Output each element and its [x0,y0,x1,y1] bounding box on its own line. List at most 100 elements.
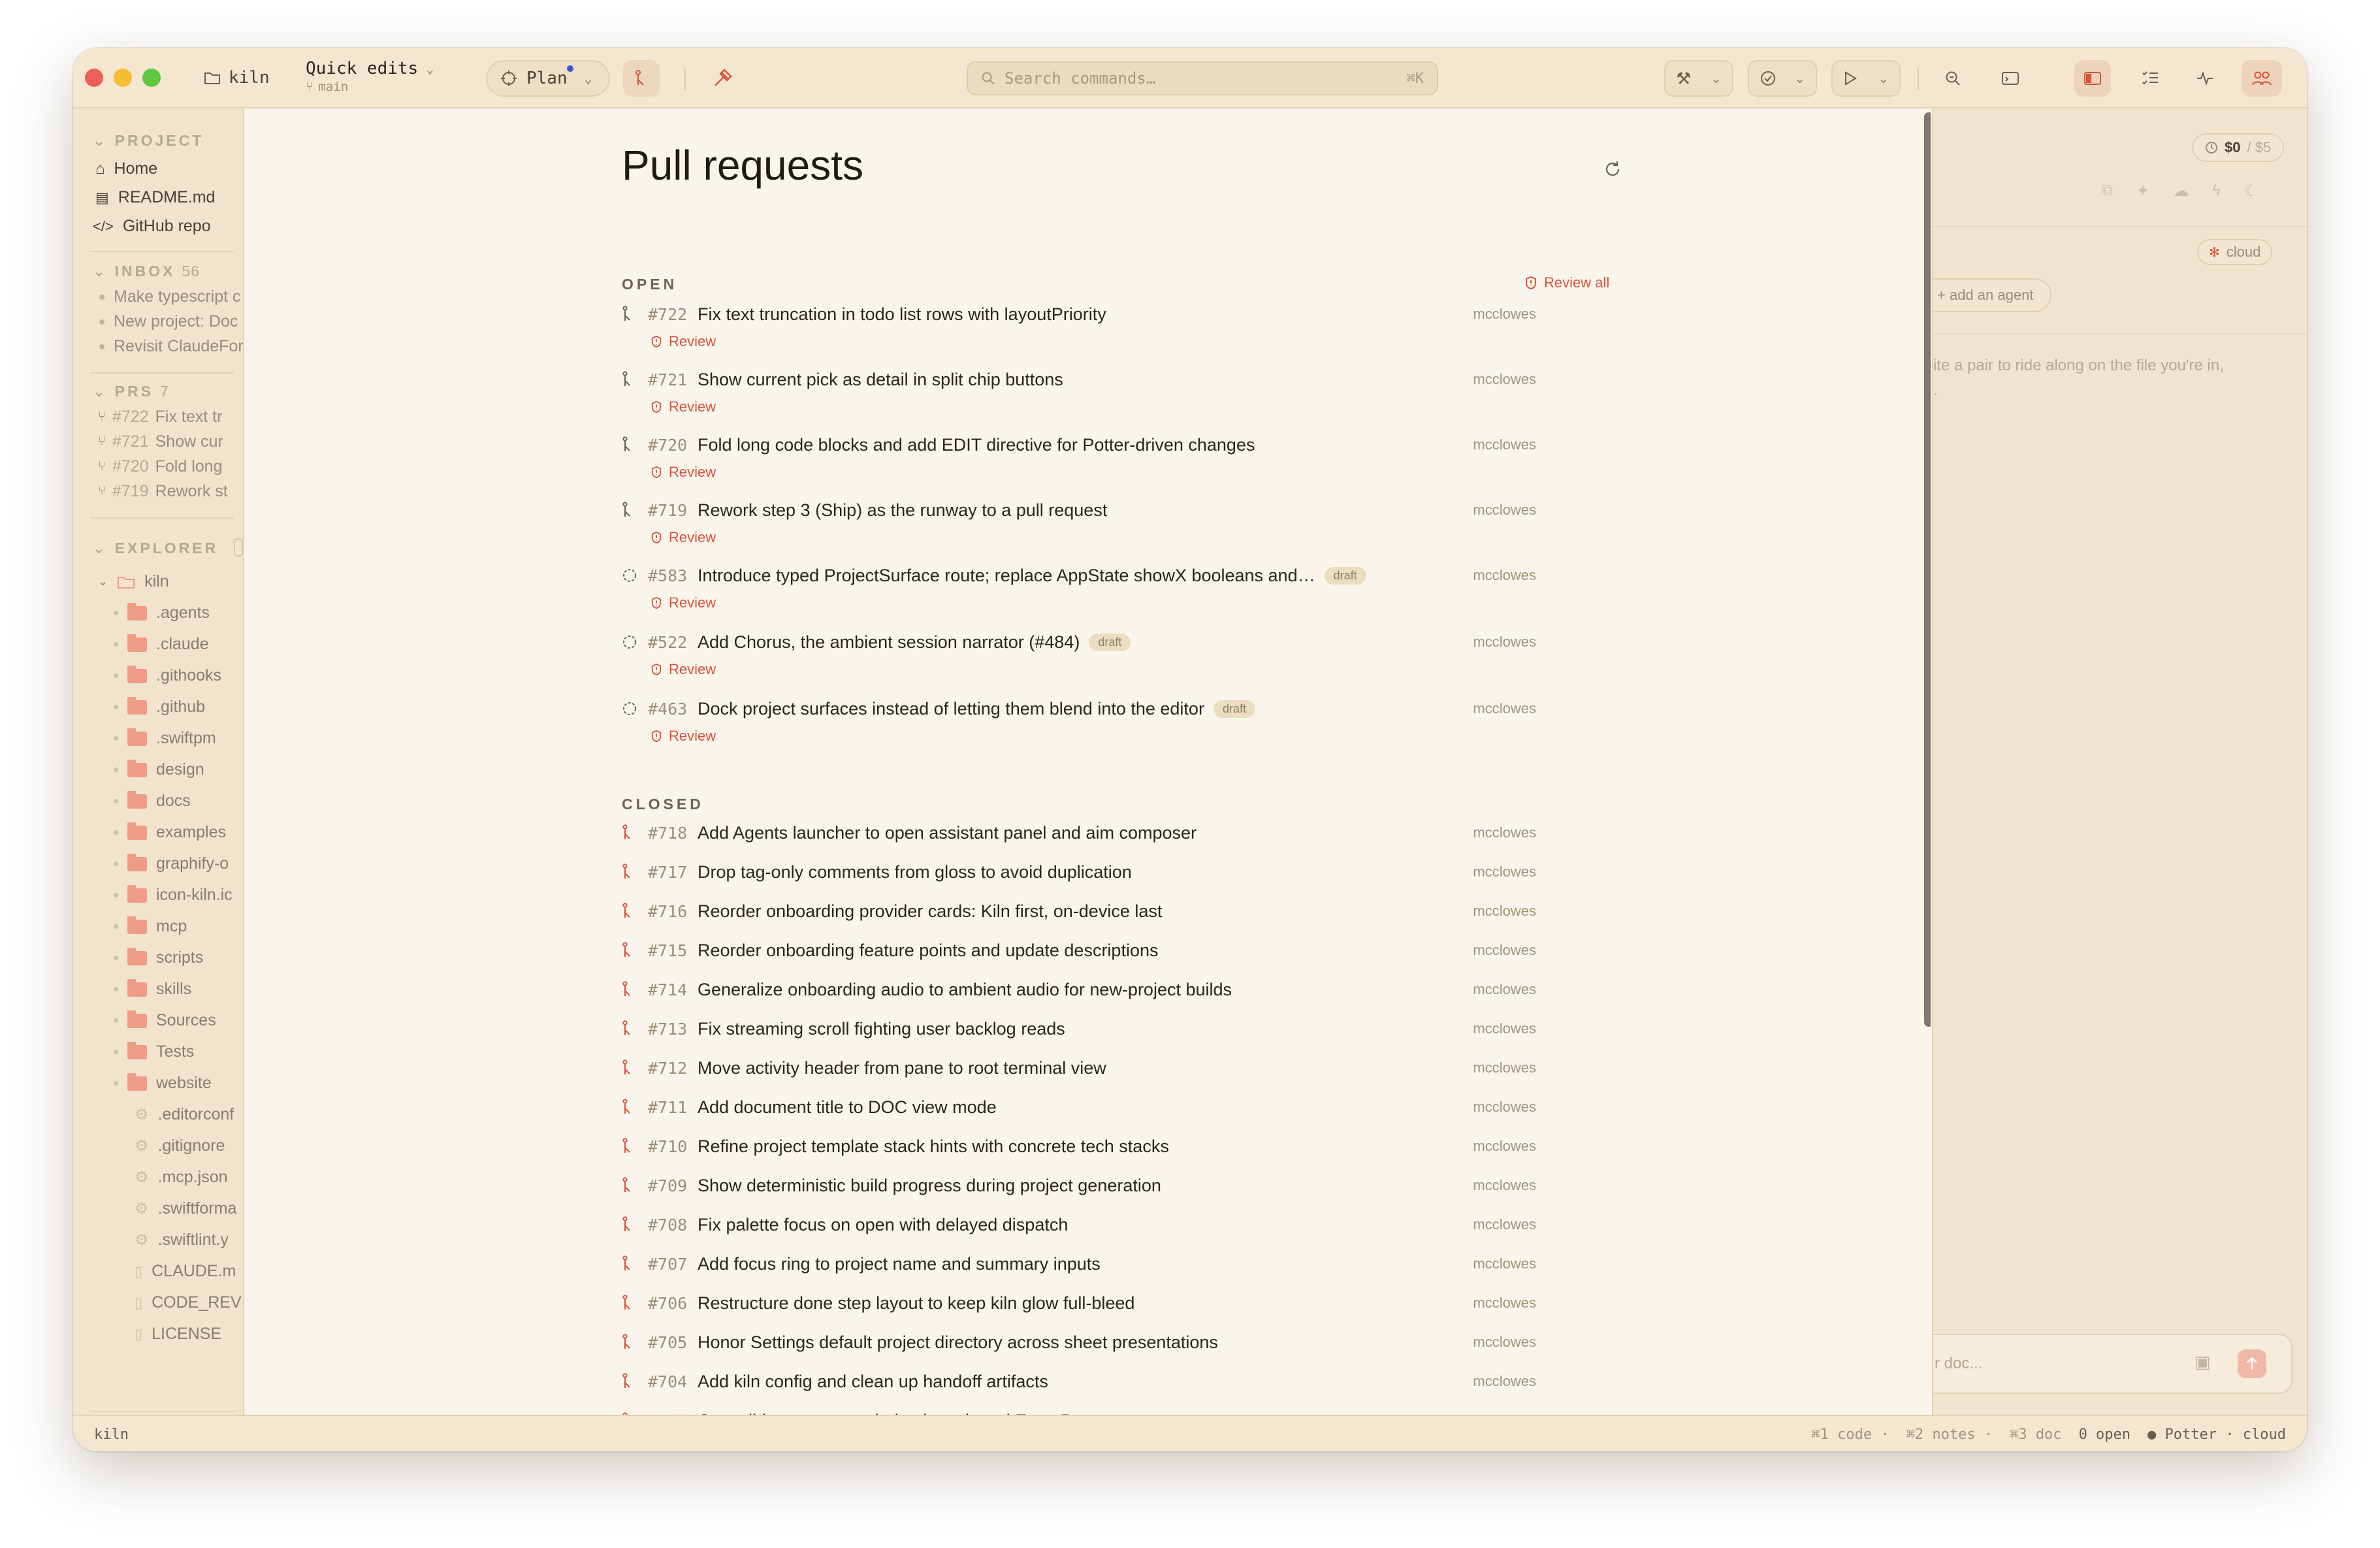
sidebar-item-readme[interactable]: ▤ README.md [95,188,215,207]
zoom-button[interactable] [1935,60,1971,97]
pr-row[interactable]: #721 Show current pick as detail in split… [622,363,1536,396]
pr-row[interactable]: #583 Introduce typed ProjectSurface route… [622,559,1536,592]
section-header-prs[interactable]: ⌄ PRS 7 [93,383,169,400]
run-menu[interactable]: ⌄ [1831,60,1901,97]
tree-file[interactable]: ▯ CLAUDE.m [135,1262,236,1281]
pr-row[interactable]: #720 Fold long code blocks and add EDIT d… [622,428,1536,461]
pr-row[interactable]: #713 Fix streaming scroll fighting user b… [622,1012,1536,1045]
close-window-button[interactable] [85,69,103,87]
section-header-project[interactable]: ⌄ PROJECT [93,132,204,150]
review-button[interactable]: Review [651,661,716,678]
tree-folder[interactable]: website [114,1072,212,1093]
agents-button[interactable] [2242,60,2282,97]
status-code-shortcut[interactable]: ⌘1 code · [1811,1427,1889,1443]
build-button[interactable] [704,60,741,97]
pr-row[interactable]: #711 Add document title to DOC view mode m… [622,1091,1536,1123]
pr-row[interactable]: #710 Refine project template stack hints … [622,1130,1536,1163]
review-button[interactable]: Review [651,594,716,611]
pr-row[interactable]: #705 Honor Settings default project direc… [622,1326,1536,1359]
section-header-explorer[interactable]: ⌄ EXPLORER [93,540,218,557]
tree-file[interactable]: ▯ CODE_REV [135,1293,242,1312]
terminal-button[interactable] [1992,60,2029,97]
sidebar-item-github[interactable]: </> GitHub repo [93,217,211,236]
status-notes-shortcut[interactable]: ⌘2 notes · [1906,1427,1993,1443]
inbox-item[interactable]: New project: Doc [99,312,238,331]
pr-row[interactable]: #709 Show deterministic build progress du… [622,1169,1536,1202]
tree-file[interactable]: ⚙ .editorconf [135,1105,234,1124]
tree-folder[interactable]: mcp [114,916,187,936]
zoom-window-button[interactable] [142,69,161,87]
sidebar-pr-item[interactable]: ⑂ #721 Show cur [98,432,223,451]
tree-folder[interactable]: graphify-o [114,853,229,873]
tree-folder[interactable]: .github [114,696,205,717]
tree-folder[interactable]: scripts [114,947,203,967]
copy-icon[interactable]: ⧉ [2102,182,2113,201]
waveform-icon[interactable]: ✦ [2136,182,2149,201]
activity-button[interactable] [2187,60,2223,97]
tree-file[interactable]: ⚙ .mcp.json [135,1168,228,1187]
tree-file[interactable]: ⚙ .swiftforma [135,1199,236,1218]
tree-root[interactable]: ⌄ kiln [98,572,169,591]
pr-row[interactable]: #722 Fix text truncation in todo list row… [622,298,1536,331]
sidebar-item-home[interactable]: ⌂ Home [95,159,157,178]
tree-folder[interactable]: examples [114,822,226,842]
tree-folder[interactable]: skills [114,978,191,999]
image-icon[interactable]: ▣ [2195,1352,2211,1372]
pr-row[interactable]: #463 Dock project surfaces instead of let… [622,692,1536,725]
review-all-button[interactable]: Review all [1524,274,1609,291]
status-doc-shortcut[interactable]: ⌘3 doc [2010,1427,2061,1443]
tree-folder[interactable]: .claude [114,634,209,654]
pr-row[interactable]: #712 Move activity header from pane to ro… [622,1052,1536,1084]
pr-row[interactable]: #716 Reorder onboarding provider cards: K… [622,895,1536,927]
composer[interactable]: r doc... ▣ [1933,1334,2292,1394]
mode-picker[interactable]: Plan ⌄ [486,60,610,97]
add-agent-button[interactable]: + add an agent [1933,278,2052,312]
tools-menu[interactable]: ⚒ ⌄ [1664,60,1733,97]
review-button[interactable]: Review [651,398,716,415]
tree-file[interactable]: ⚙ .gitignore [135,1137,225,1155]
sidebar-pr-item[interactable]: ⑂ #722 Fix text tr [98,408,222,427]
sidebar-pr-item[interactable]: ⑂ #720 Fold long [98,457,222,476]
minimize-window-button[interactable] [114,69,132,87]
pr-row[interactable]: #715 Reorder onboarding feature points an… [622,934,1536,967]
tree-file[interactable]: ⚙ .swiftlint.y [135,1231,229,1250]
section-header-inbox[interactable]: ⌄ INBOX 56 [93,263,200,280]
tree-folder[interactable]: icon-kiln.ic [114,884,233,905]
command-search[interactable]: Search commands… ⌘K [967,61,1438,95]
status-agent[interactable]: ● Potter · cloud [2147,1427,2286,1443]
review-button[interactable]: Review [651,529,716,546]
pr-row[interactable]: #719 Rework step 3 (Ship) as the runway t… [622,494,1536,526]
tree-folder[interactable]: Tests [114,1041,194,1061]
pull-request-button[interactable] [623,60,660,97]
inbox-item[interactable]: Make typescript c [99,287,241,306]
tree-folder[interactable]: Sources [114,1010,216,1030]
tree-folder[interactable]: design [114,759,204,779]
tree-folder[interactable]: .agents [114,602,210,622]
refresh-button[interactable] [1603,159,1622,182]
chat-icon[interactable]: ☁ [2173,182,2189,201]
bolt-icon[interactable]: ϟ [2212,182,2221,201]
review-button[interactable]: Review [651,464,716,481]
composer-input[interactable]: r doc... [1935,1355,1982,1373]
pr-row[interactable]: #718 Add Agents launcher to open assistan… [622,816,1536,849]
session-switcher[interactable]: Quick edits ⌄ ⑂ main [306,59,434,94]
cloud-badge[interactable]: ✻ cloud [2197,239,2273,265]
pr-row[interactable]: #707 Add focus ring to project name and s… [622,1248,1536,1280]
pr-row[interactable]: #708 Fix palette focus on open with delay… [622,1208,1536,1241]
moon-icon[interactable]: ☾ [2244,182,2259,201]
checks-menu[interactable]: ⌄ [1748,60,1817,97]
pr-row[interactable]: #717 Drop tag-only comments from gloss to… [622,856,1536,888]
pr-row[interactable]: #703Consolidate event rendering into sha… [622,1404,1536,1415]
cost-badge[interactable]: $0 / $5 [2192,133,2285,162]
tree-folder[interactable]: docs [114,790,191,811]
tasks-button[interactable] [2132,60,2168,97]
tree-file[interactable]: ▯ LICENSE [135,1325,221,1344]
sidebar-pr-item[interactable]: ⑂ #719 Rework st [98,482,228,501]
explorer-options-button[interactable] [234,538,243,556]
pr-row[interactable]: #704 Add kiln config and clean up handoff… [622,1365,1536,1398]
review-button[interactable]: Review [651,333,716,350]
pr-row[interactable]: #714 Generalize onboarding audio to ambie… [622,973,1536,1006]
pr-row[interactable]: #706 Restructure done step layout to keep… [622,1287,1536,1319]
send-button[interactable] [2238,1349,2266,1378]
tree-folder[interactable]: .swiftpm [114,728,216,748]
